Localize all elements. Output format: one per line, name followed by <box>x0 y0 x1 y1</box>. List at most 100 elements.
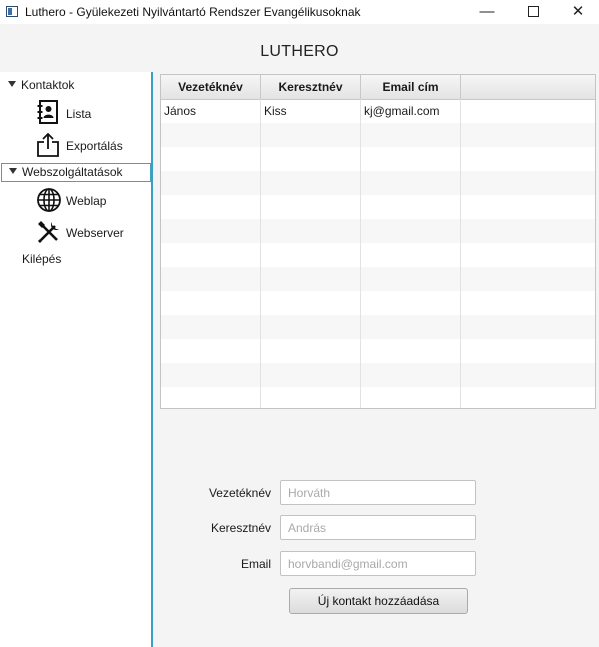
minimize-icon: — <box>479 3 495 20</box>
lastname-field[interactable] <box>280 480 476 505</box>
table-cell <box>161 147 261 171</box>
table-cell <box>161 123 261 147</box>
table-cell <box>261 315 361 339</box>
table-header: Vezetéknév Keresztnév Email cím <box>161 75 595 100</box>
firstname-field[interactable] <box>280 515 476 540</box>
table-row[interactable] <box>161 339 595 363</box>
table-cell <box>361 195 461 219</box>
window-title: Luthero - Gyülekezeti Nyilvántartó Rends… <box>25 5 361 19</box>
table-cell <box>461 387 595 408</box>
table-row[interactable]: János Kiss kj@gmail.com <box>161 99 595 123</box>
table-cell <box>361 171 461 195</box>
table-cell <box>161 363 261 387</box>
table-row[interactable] <box>161 171 595 195</box>
table-cell <box>161 291 261 315</box>
minimize-button[interactable]: — <box>464 0 510 24</box>
tree-item-weblap[interactable]: Weblap <box>36 187 151 215</box>
table-cell <box>361 387 461 408</box>
table-cell: kj@gmail.com <box>361 99 461 123</box>
table-cell <box>261 363 361 387</box>
table-row[interactable] <box>161 267 595 291</box>
tree-item-lista[interactable]: Lista <box>36 100 151 128</box>
table-cell <box>261 147 361 171</box>
firstname-label: Keresztnév <box>210 521 271 535</box>
table-row[interactable] <box>161 315 595 339</box>
tree-item-label: Lista <box>66 107 92 121</box>
app-icon <box>6 6 18 17</box>
table-cell <box>161 387 261 408</box>
expand-arrow-icon[interactable] <box>8 81 16 87</box>
table-cell <box>161 195 261 219</box>
add-contact-button[interactable]: Új kontakt hozzáadása <box>289 588 468 614</box>
table-cell <box>261 387 361 408</box>
table-cell <box>461 315 595 339</box>
table-cell <box>461 363 595 387</box>
table-cell <box>361 123 461 147</box>
table-row[interactable] <box>161 363 595 387</box>
table-cell <box>461 123 595 147</box>
close-icon: ✕ <box>571 3 585 20</box>
table-cell <box>361 147 461 171</box>
tree-group-kontaktok[interactable]: Kontaktok <box>1 76 151 95</box>
table-cell <box>261 171 361 195</box>
table-cell <box>161 315 261 339</box>
table-cell <box>361 267 461 291</box>
address-book-icon <box>37 100 58 124</box>
table-cell <box>261 123 361 147</box>
window-titlebar: Luthero - Gyülekezeti Nyilvántartó Rends… <box>0 0 599 24</box>
table-row[interactable] <box>161 123 595 147</box>
sidebar: Kontaktok Lista Exportálás Webszolgáltat… <box>0 72 153 647</box>
tree-item-kilepes[interactable]: Kilépés <box>22 252 61 266</box>
table-cell: János <box>161 99 261 123</box>
table-cell <box>361 339 461 363</box>
table-cell <box>261 219 361 243</box>
tree-item-webserver[interactable]: Webserver <box>36 219 151 247</box>
tree-group-label: Webszolgáltatások <box>22 165 123 179</box>
table-cell <box>461 195 595 219</box>
contacts-table[interactable]: Vezetéknév Keresztnév Email cím János Kis… <box>160 74 596 409</box>
column-header-lastname[interactable]: Vezetéknév <box>161 75 261 99</box>
table-row[interactable] <box>161 291 595 315</box>
table-row[interactable] <box>161 243 595 267</box>
table-cell <box>161 267 261 291</box>
tree-group-label: Kontaktok <box>21 78 75 92</box>
tree-group-webszolgaltatasok[interactable]: Webszolgáltatások <box>1 163 151 182</box>
table-cell <box>461 219 595 243</box>
table-cell <box>461 267 595 291</box>
table-cell <box>261 291 361 315</box>
table-cell <box>461 171 595 195</box>
tree-item-exportalas[interactable]: Exportálás <box>36 132 151 160</box>
table-cell <box>261 243 361 267</box>
table-cell: Kiss <box>261 99 361 123</box>
table-cell <box>161 243 261 267</box>
email-label: Email <box>240 557 271 571</box>
tree-item-label: Exportálás <box>66 139 123 153</box>
table-cell <box>361 315 461 339</box>
table-row[interactable] <box>161 219 595 243</box>
table-row[interactable] <box>161 147 595 171</box>
table-cell <box>261 339 361 363</box>
expand-arrow-icon[interactable] <box>9 168 17 174</box>
table-cell <box>261 267 361 291</box>
table-row[interactable] <box>161 387 595 408</box>
tools-icon <box>37 221 59 244</box>
tree-item-label: Webserver <box>66 226 124 240</box>
table-row[interactable] <box>161 195 595 219</box>
column-header-firstname[interactable]: Keresztnév <box>261 75 361 99</box>
export-icon <box>37 132 59 157</box>
tree-item-label: Weblap <box>66 194 107 208</box>
maximize-button[interactable] <box>510 0 556 24</box>
table-cell <box>361 363 461 387</box>
table-cell <box>361 243 461 267</box>
table-cell <box>361 219 461 243</box>
column-header-email[interactable]: Email cím <box>361 75 461 99</box>
table-cell <box>361 291 461 315</box>
table-cell <box>461 339 595 363</box>
table-cell <box>161 171 261 195</box>
table-cell <box>161 219 261 243</box>
email-field[interactable] <box>280 551 476 576</box>
column-header-filler <box>461 75 595 99</box>
globe-icon <box>37 188 61 212</box>
table-cell <box>461 147 595 171</box>
close-button[interactable]: ✕ <box>555 0 599 24</box>
